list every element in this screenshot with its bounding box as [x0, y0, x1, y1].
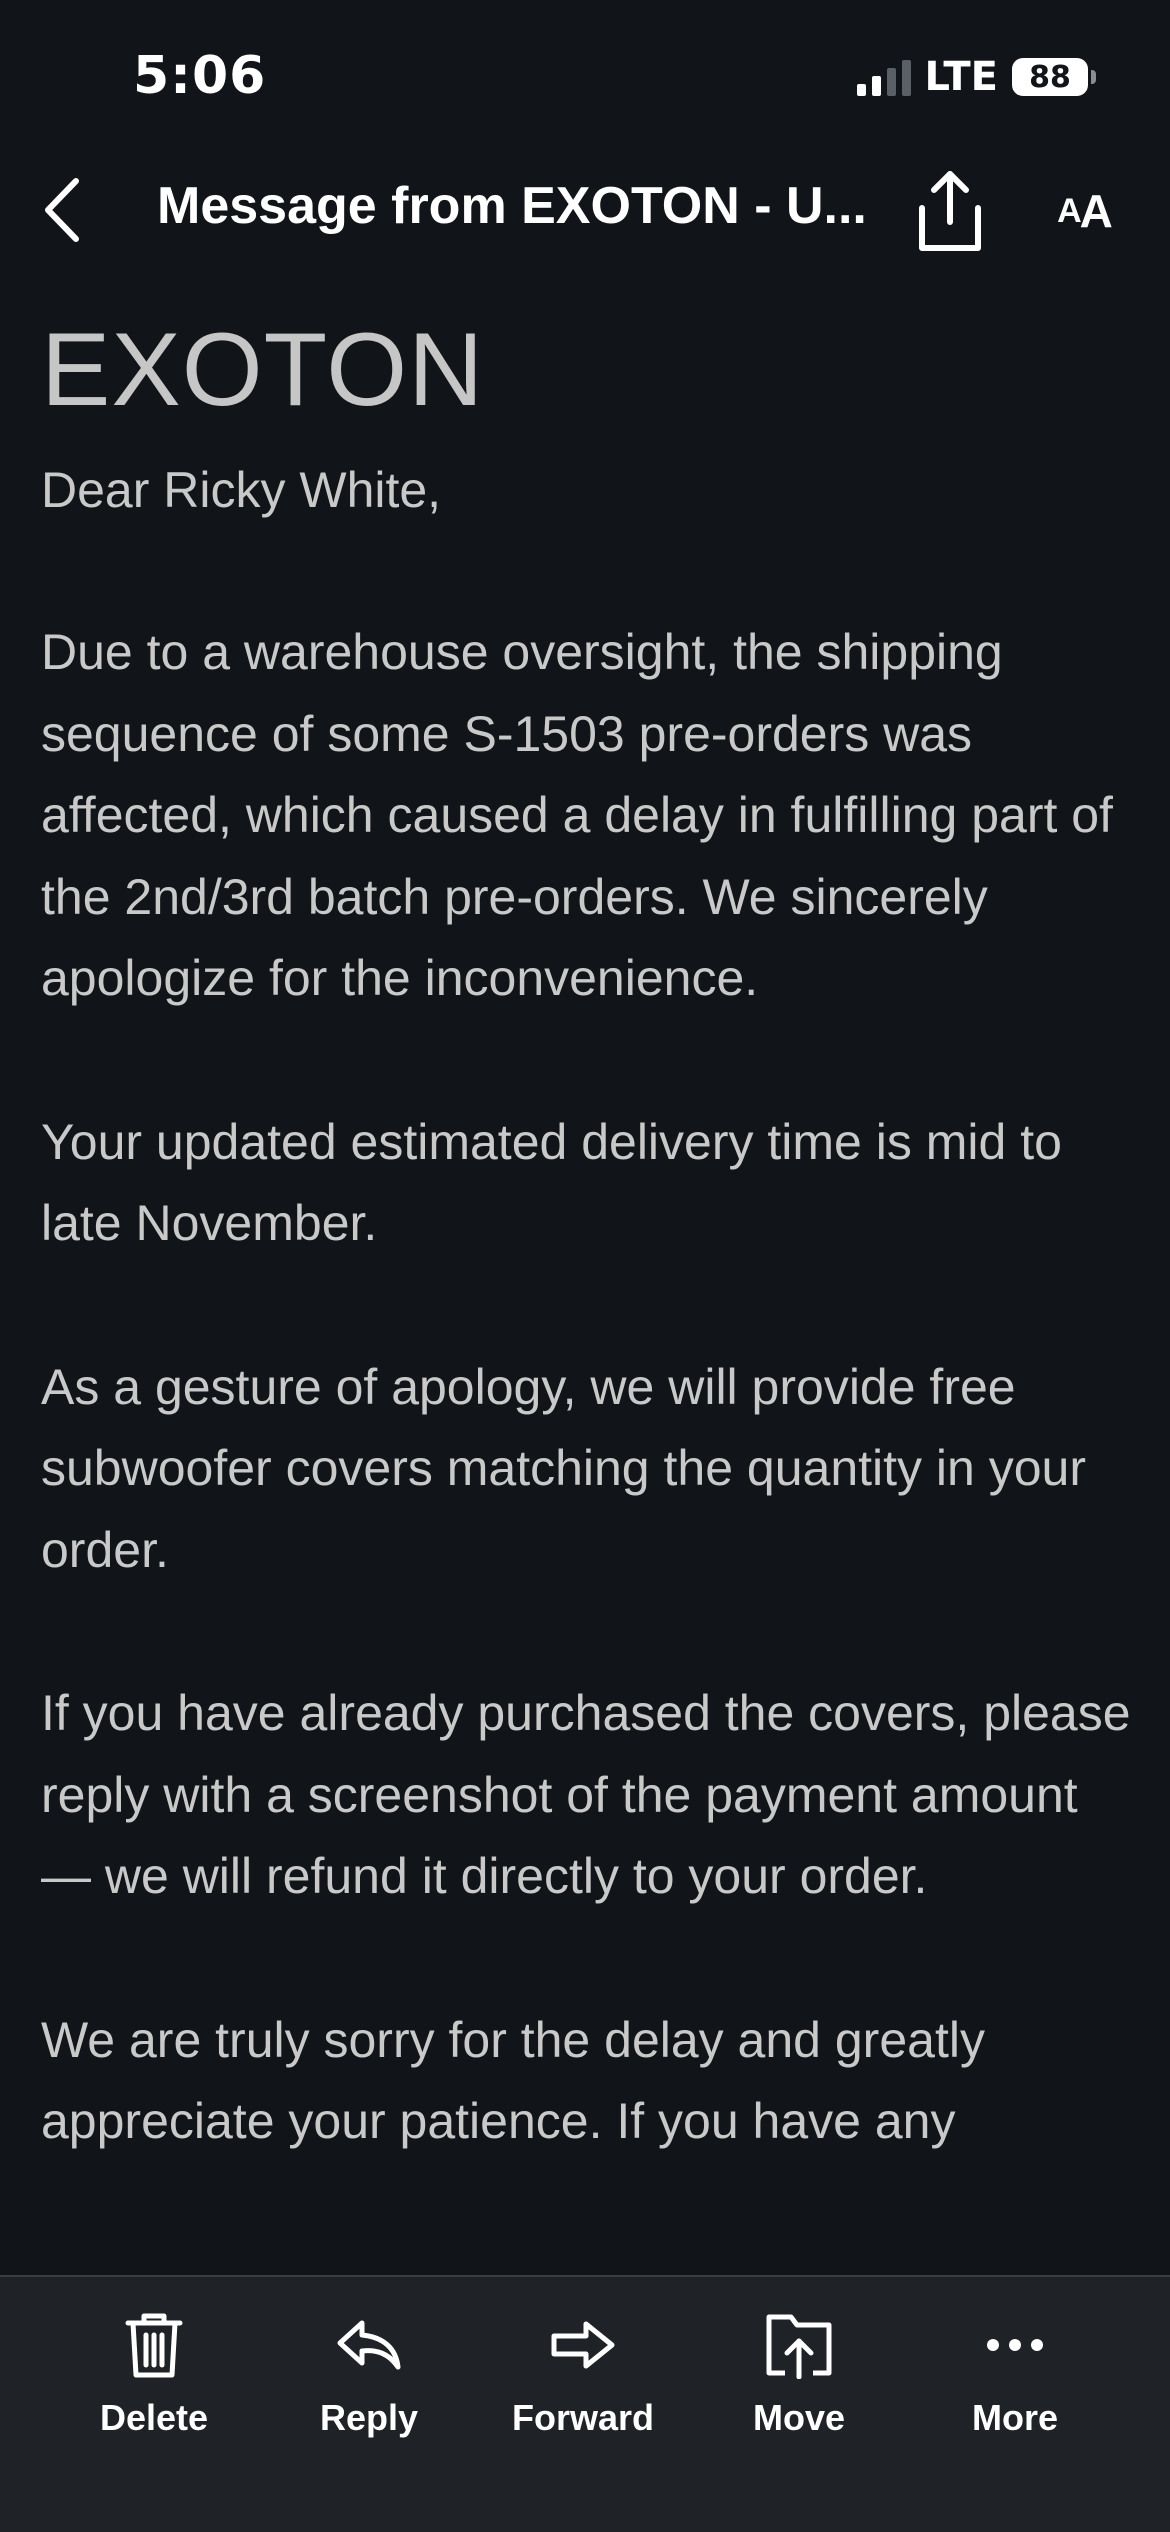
email-greeting: Dear Ricky White,	[41, 462, 442, 518]
mail-message-screen: 5:06 LTE 88 Message from EXOTON - U... A…	[0, 0, 1170, 2532]
status-bar: 5:06 LTE 88	[0, 0, 1170, 150]
forward-button[interactable]: Forward	[493, 2305, 673, 2455]
trash-icon	[125, 2313, 183, 2378]
more-button[interactable]: More	[925, 2305, 1105, 2455]
more-icon	[987, 2339, 1043, 2351]
text-size-small-glyph: A	[1057, 191, 1082, 230]
reply-icon	[337, 2320, 401, 2370]
email-paragraph: If you have already purchased the covers…	[41, 1685, 1131, 1904]
sender-logo-text: EXOTON	[41, 312, 485, 428]
email-body: EXOTON Dear Ricky White, Due to a wareho…	[41, 318, 1131, 2163]
share-icon	[919, 171, 981, 251]
share-button[interactable]	[910, 166, 990, 256]
status-indicators: LTE 88	[856, 52, 1096, 102]
email-paragraph: We are truly sorry for the delay and gre…	[41, 2011, 985, 2150]
navigation-bar: Message from EXOTON - U... A A	[0, 150, 1170, 270]
reply-label: Reply	[319, 2397, 419, 2438]
cellular-signal-icon	[856, 58, 911, 96]
delete-label: Delete	[99, 2397, 209, 2438]
battery-icon: 88	[1012, 58, 1096, 96]
message-title: Message from EXOTON - U...	[157, 177, 867, 235]
status-time: 5:06	[133, 46, 267, 106]
more-label: More	[971, 2397, 1058, 2438]
email-paragraph: Your updated estimated delivery time is …	[41, 1113, 1062, 1252]
chevron-left-icon	[45, 178, 79, 242]
text-size-large-glyph: A	[1079, 185, 1113, 237]
battery-level: 88	[1029, 59, 1071, 95]
delete-button[interactable]: Delete	[64, 2305, 244, 2455]
forward-icon	[551, 2321, 615, 2369]
reply-button[interactable]: Reply	[279, 2305, 459, 2455]
move-icon	[766, 2314, 832, 2379]
move-button[interactable]: Move	[709, 2305, 889, 2455]
network-type: LTE	[924, 54, 998, 100]
email-paragraph: Due to a warehouse oversight, the shippi…	[41, 624, 1113, 1006]
move-label: Move	[752, 2397, 846, 2438]
back-button[interactable]	[32, 170, 92, 250]
email-paragraph: As a gesture of apology, we will provide…	[41, 1358, 1086, 1578]
text-size-button[interactable]: A A	[1045, 176, 1125, 246]
forward-label: Forward	[511, 2397, 654, 2438]
message-action-toolbar: Delete Reply Forward Move More	[0, 2275, 1170, 2532]
